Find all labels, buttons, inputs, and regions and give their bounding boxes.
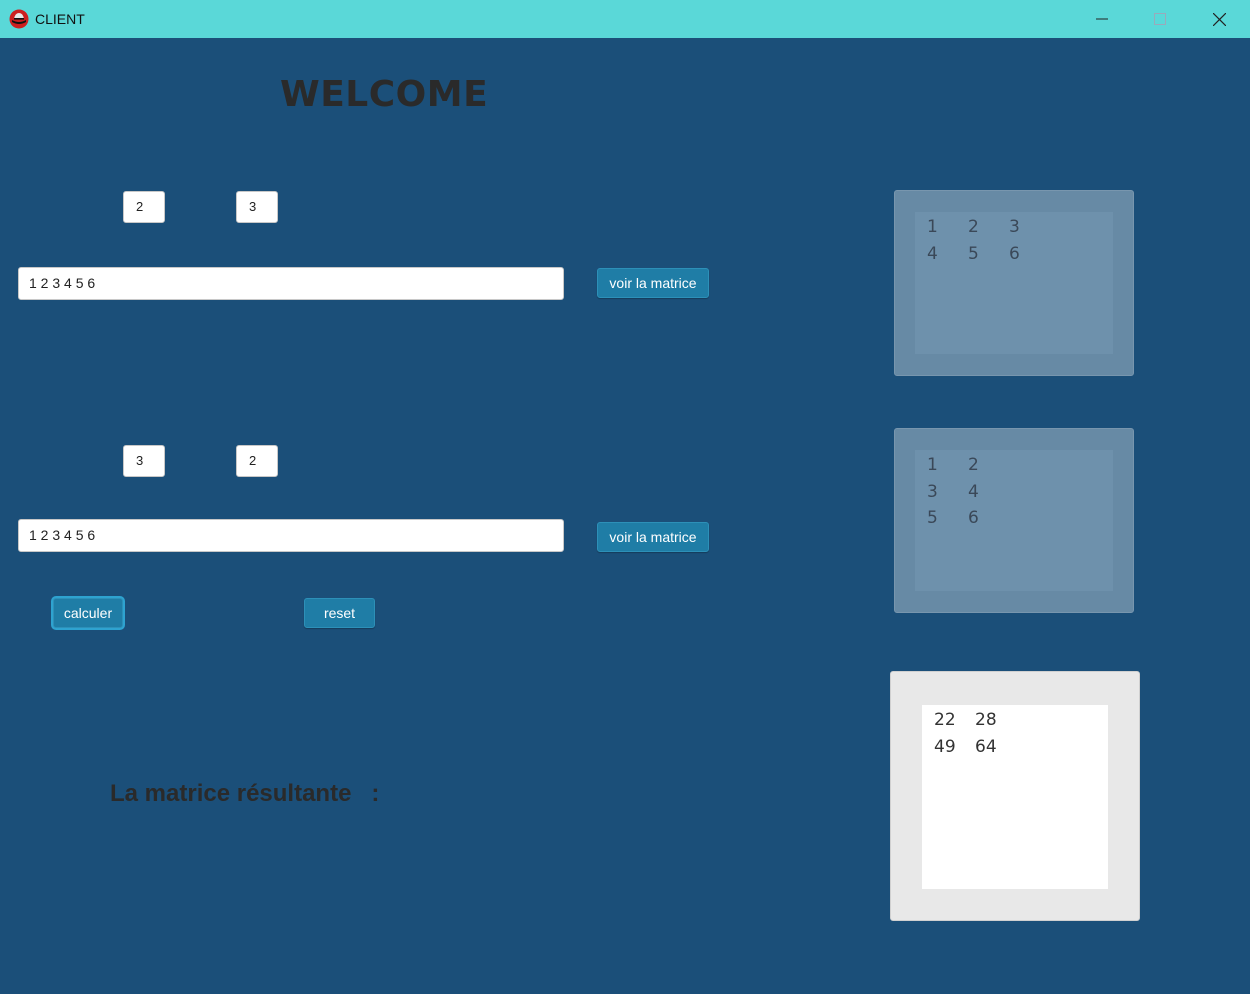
matrix-b-cell: 5 [927,508,938,528]
matrix-a-row: 4 5 6 [927,244,1050,271]
matrix-a-display-area: 1 2 3 4 5 6 [915,212,1113,354]
matrix-b-cell: 3 [927,481,938,502]
matrix-a-cell: 1 [927,217,938,237]
matrix-a-values-input[interactable]: 1 2 3 4 5 6 [18,267,564,300]
minimize-button[interactable] [1073,0,1131,38]
window-title: CLIENT [35,11,85,27]
matrix-a-row: 1 2 3 [927,217,1050,244]
result-cell: 49 [934,736,956,757]
result-display-area: 22 28 49 64 [922,705,1108,889]
title-bar: CLIENT [0,0,1250,38]
close-icon [1212,12,1226,26]
result-cell: 22 [934,710,956,730]
maximize-button[interactable] [1131,0,1189,38]
matrix-b-row: 34 [927,482,1009,509]
matrix-b-cell: 2 [968,455,979,475]
result-row: 22 28 [934,710,1016,737]
matrix-a-cols-input[interactable]: 3 [236,191,278,223]
matrix-a-cell: 4 [927,243,938,264]
matrix-a-cell: 3 [1009,217,1020,237]
matrix-b-cols-input[interactable]: 2 [236,445,278,477]
close-button[interactable] [1190,0,1248,38]
reset-button[interactable]: reset [304,598,375,628]
matrix-b-cell: 6 [968,508,979,528]
matrix-a-grid: 1 2 3 4 5 6 [927,217,1050,270]
matrix-a-cell: 2 [968,217,979,237]
result-grid: 22 28 49 64 [934,710,1016,763]
result-label: La matrice résultante : [110,780,380,807]
result-cell: 64 [975,736,997,757]
show-matrix-b-button[interactable]: voir la matrice [597,522,709,552]
result-row: 49 64 [934,737,1016,764]
result-display: 22 28 49 64 [890,671,1140,921]
maximize-icon [1154,13,1166,25]
calculate-button[interactable]: calculer [53,598,123,628]
matrix-b-rows-input[interactable]: 3 [123,445,165,477]
matrix-a-cell: 6 [1009,243,1020,264]
matrix-b-display: 123456 [894,428,1134,613]
matrix-b-cell: 4 [968,481,979,502]
matrix-a-rows-input[interactable]: 2 [123,191,165,223]
matrix-a-cell: 5 [968,243,979,264]
result-cell: 28 [975,710,997,730]
minimize-icon [1096,18,1108,20]
matrix-b-row: 12 [927,455,1009,482]
welcome-heading: WELCOME [280,74,489,115]
matrix-a-display: 1 2 3 4 5 6 [894,190,1134,376]
matrix-b-cell: 1 [927,455,938,475]
matrix-b-display-area: 123456 [915,450,1113,591]
show-matrix-a-button[interactable]: voir la matrice [597,268,709,298]
matrix-b-row: 56 [927,508,1009,535]
redhat-logo-icon [9,9,29,29]
matrix-b-grid: 123456 [927,455,1009,535]
matrix-b-values-input[interactable]: 1 2 3 4 5 6 [18,519,564,552]
